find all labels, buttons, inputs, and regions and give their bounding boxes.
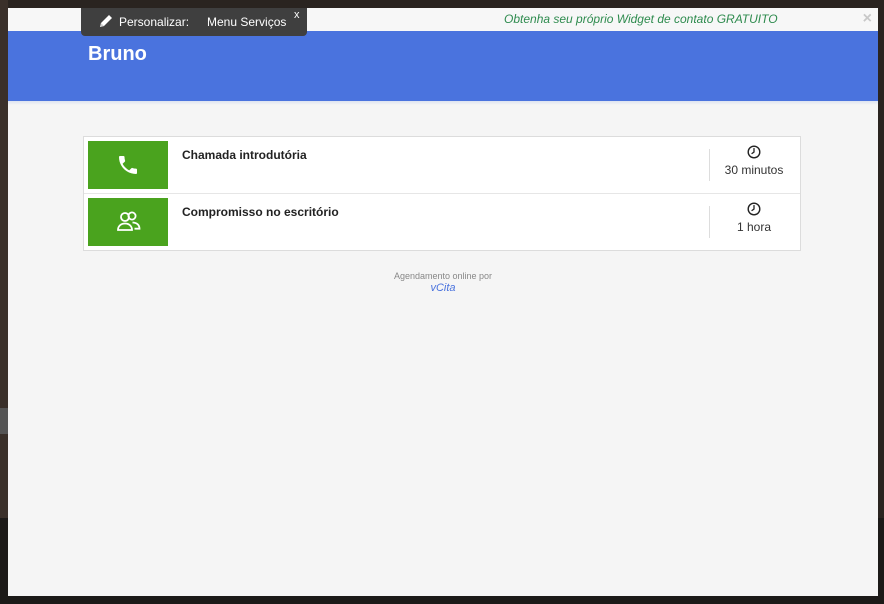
customize-menu-services[interactable]: Menu Serviços <box>207 15 286 29</box>
close-modal-button[interactable]: × <box>863 10 872 28</box>
page-title: Bruno <box>88 43 147 65</box>
modal-header: Bruno <box>8 31 878 101</box>
phone-icon <box>119 156 137 174</box>
service-name: Chamada introdutória <box>182 148 307 162</box>
promo-link[interactable]: Obtenha seu próprio Widget de contato GR… <box>504 12 778 26</box>
service-icon-box <box>88 141 168 189</box>
service-icon-box <box>88 198 168 246</box>
background-left-block <box>0 408 8 434</box>
booking-modal: Obtenha seu próprio Widget de contato GR… <box>8 8 878 596</box>
service-duration: 30 minutos <box>714 145 794 177</box>
service-divider <box>709 206 710 238</box>
vcita-link[interactable]: vCita <box>8 282 878 294</box>
header-shadow <box>8 101 878 105</box>
clock-icon <box>747 145 761 159</box>
service-name: Compromisso no escritório <box>182 205 339 219</box>
background-left-edge <box>0 0 8 604</box>
service-duration: 1 hora <box>714 202 794 234</box>
close-toolbar-button[interactable]: x <box>294 9 300 21</box>
service-duration-text: 30 minutos <box>724 163 784 177</box>
people-icon <box>117 211 141 231</box>
customize-label: Personalizar: <box>119 15 190 29</box>
services-list: Chamada introdutória 30 minutos Compromi… <box>83 136 801 251</box>
pencil-icon <box>100 15 112 27</box>
service-divider <box>709 149 710 181</box>
clock-icon <box>747 202 761 216</box>
footer-note: Agendamento online por <box>393 271 493 281</box>
service-row-intro-call[interactable]: Chamada introdutória 30 minutos <box>84 137 800 194</box>
service-duration-text: 1 hora <box>736 220 772 234</box>
customize-toolbar: Personalizar: Menu Serviços x <box>81 8 307 36</box>
service-row-office-appointment[interactable]: Compromisso no escritório 1 hora <box>84 194 800 250</box>
